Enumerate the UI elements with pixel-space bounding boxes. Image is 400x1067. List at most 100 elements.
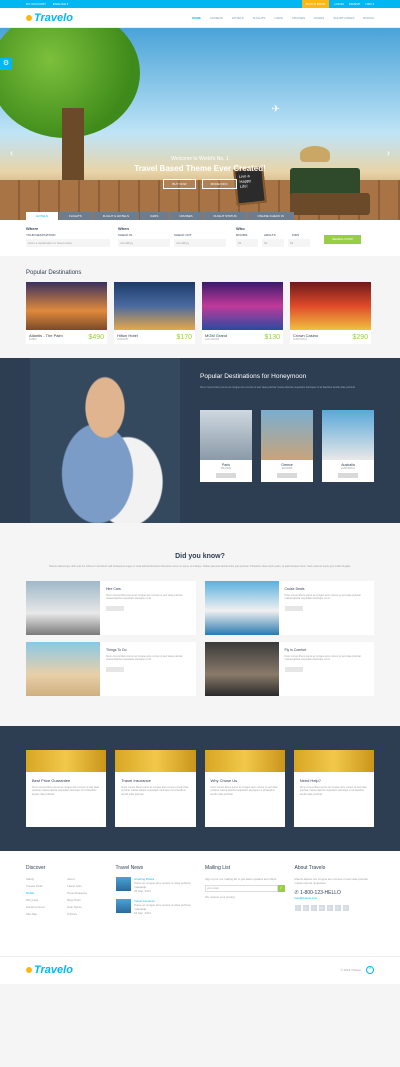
login-link[interactable]: LOGIN xyxy=(334,2,343,6)
honeymoon-name: Australia xyxy=(341,463,355,467)
phone-text: 1-800-123-HELLO xyxy=(300,889,341,896)
facebook-icon[interactable]: f xyxy=(310,904,317,911)
footer-link[interactable]: About xyxy=(67,877,105,881)
more-button[interactable] xyxy=(106,605,124,611)
more-button[interactable] xyxy=(284,666,303,672)
footer-link[interactable]: Site Map xyxy=(26,912,64,916)
destination-card[interactable]: Atlantis - The Palm DUBAI $490 xyxy=(26,282,107,344)
tab-flight-hotels[interactable]: FLIGHT & HOTELS xyxy=(92,212,139,220)
kids-select[interactable]: 01 xyxy=(288,239,310,247)
nav-pages[interactable]: PAGES xyxy=(314,16,324,20)
nav-home[interactable]: HOME xyxy=(192,16,201,20)
dribbble-icon[interactable]: d xyxy=(334,904,341,911)
my-account-link[interactable]: MY ACCOUNT xyxy=(26,2,46,6)
footer-link[interactable]: Blog Posts xyxy=(67,898,105,902)
destination-card[interactable]: Crown Casino AUSTRALIA $290 xyxy=(290,282,371,344)
honeymoon-location: AUSTRALIA xyxy=(341,467,355,470)
flickr-icon[interactable]: fl xyxy=(342,904,349,911)
currency-select[interactable]: USD ▾ xyxy=(365,2,374,6)
why-title: Why Chose Us xyxy=(210,777,238,783)
destination-input[interactable]: enter a destination or hotel name xyxy=(26,239,110,247)
honeymoon-card[interactable]: Australia AUSTRALIA xyxy=(322,410,374,482)
tab-cruises[interactable]: CRUISES xyxy=(169,212,203,220)
footer-link[interactable]: Social Connect xyxy=(26,905,64,909)
vimeo-icon[interactable]: v xyxy=(326,904,333,911)
why-card[interactable]: Need Help? Nunc cursus libero purus ac co… xyxy=(293,749,374,827)
footer-heading: Mailing List xyxy=(205,864,231,871)
settings-icon[interactable]: ⚙ xyxy=(0,58,12,70)
news-thumb xyxy=(115,898,132,913)
feature-title: Things To Do xyxy=(106,647,127,652)
destination-location: LAS VEGAS xyxy=(205,338,220,341)
footer-logo[interactable]: Travelo xyxy=(26,964,73,976)
subscribe-check-icon[interactable]: ✓ xyxy=(277,884,285,892)
feature-title: Cruise Deals xyxy=(284,586,305,591)
feature-item[interactable]: Things To Do Nunc cursus libero purus ac … xyxy=(26,641,196,696)
honeymoon-card[interactable]: Paris FRANCE xyxy=(200,410,252,482)
footer-link[interactable]: Travelo Picks xyxy=(26,884,64,888)
footer-link[interactable]: Policies xyxy=(67,912,105,916)
footer-mailing: Mailing List Sign up for our mailing lis… xyxy=(205,865,285,942)
search-form: Where YOUR DESTINATION enter a destinati… xyxy=(0,220,400,256)
more-info-button[interactable]: MORE INFO xyxy=(201,179,237,189)
footer-link[interactable]: Mobile xyxy=(26,891,64,895)
why-text: Nunc cursus libero purus ac congue arcu … xyxy=(299,785,367,796)
footer-link[interactable]: Safety xyxy=(26,877,64,881)
nav-sliders[interactable]: SLIDERS xyxy=(210,16,223,20)
footer-link[interactable]: Latest Jobs xyxy=(67,884,105,888)
twitter-icon[interactable]: t xyxy=(294,904,301,911)
nav-hotels[interactable]: HOTELS xyxy=(232,16,244,20)
rooms-select[interactable]: 01 xyxy=(236,239,258,247)
nav-cruises[interactable]: CRUISES xyxy=(292,16,305,20)
google-plus-icon[interactable]: g xyxy=(302,904,309,911)
nav-bonus[interactable]: BONUS xyxy=(363,16,374,20)
checkout-input[interactable]: mm/dd/yy xyxy=(174,239,226,247)
mailing-text: Sign up for our mailing list to get late… xyxy=(205,876,278,881)
view-button[interactable] xyxy=(216,473,236,478)
buy-now-button[interactable]: BUY NOW xyxy=(163,179,196,189)
view-button[interactable] xyxy=(277,473,297,478)
destination-info: Atlantis - The Palm DUBAI $490 xyxy=(26,330,107,344)
feature-item[interactable]: Hire Cars Nunc cursus libero purus ac con… xyxy=(26,580,196,635)
more-button[interactable] xyxy=(106,666,124,672)
email-link[interactable]: help@travelo.com xyxy=(295,896,375,900)
email-input[interactable]: your email xyxy=(205,884,278,892)
nav-cars[interactable]: CARS xyxy=(274,16,282,20)
tab-hotels[interactable]: HOTELS xyxy=(26,212,59,220)
more-button[interactable] xyxy=(284,605,303,611)
tab-flight-status[interactable]: FLIGHT STATUS xyxy=(203,212,247,220)
view-button[interactable] xyxy=(338,473,358,478)
destination-card[interactable]: MGM Grand LAS VEGAS $130 xyxy=(202,282,283,344)
logo[interactable]: Travelo xyxy=(26,12,73,24)
language-select[interactable]: ENGLISH ▾ xyxy=(53,2,69,6)
adults-select[interactable]: 01 xyxy=(262,239,284,247)
footer-link[interactable]: Press Releases xyxy=(67,891,105,895)
signup-link[interactable]: SIGNUP xyxy=(349,2,361,6)
honeymoon-card[interactable]: Greece EUROPE xyxy=(261,410,313,482)
nav-shortcodes[interactable]: SHORTCODES xyxy=(333,16,354,20)
social-icons: t g f in v d fl xyxy=(294,904,375,911)
footer-link[interactable]: Why Host xyxy=(26,898,64,902)
logo-icon xyxy=(26,967,32,974)
feature-item[interactable]: Fly in Comfort Nunc cursus libero purus a… xyxy=(204,641,374,696)
checkin-input[interactable]: mm/dd/yy xyxy=(118,239,170,247)
tab-flights[interactable]: FLIGHTS xyxy=(59,212,92,220)
news-item[interactable]: Travel Insurance Purus ac congue arcu cur… xyxy=(115,898,196,915)
destination-image xyxy=(26,282,107,330)
tab-online-check-in[interactable]: ONLINE CHECK IN xyxy=(247,212,294,220)
search-now-button[interactable]: SEARCH NOW xyxy=(324,235,361,244)
feature-item[interactable]: Cruise Deals Nunc cursus libero purus ac … xyxy=(204,580,374,635)
tab-cars[interactable]: CARS xyxy=(139,212,169,220)
why-card[interactable]: Travel Insurance Nunc cursus libero purus… xyxy=(115,749,196,827)
scroll-top-icon[interactable]: ⌃ xyxy=(366,966,374,975)
destination-card[interactable]: Hilton Hotel LONDON $170 xyxy=(114,282,195,344)
feature-title: Hire Cars xyxy=(106,586,121,591)
why-card[interactable]: Why Chose Us Nunc cursus libero purus ac … xyxy=(204,749,285,827)
feature-grid: Hire Cars Nunc cursus libero purus ac con… xyxy=(0,580,400,696)
plan-book-button[interactable]: PLAN A BOOK xyxy=(301,0,330,8)
footer-link[interactable]: Help Topics xyxy=(67,905,105,909)
why-card[interactable]: Best Price Guarantee Nunc cursus libero p… xyxy=(26,749,107,827)
nav-flights[interactable]: FLIGHTS xyxy=(253,16,266,20)
news-item[interactable]: Amazing Places Purus ac congue arcu cursu… xyxy=(115,876,196,893)
linkedin-icon[interactable]: in xyxy=(318,904,325,911)
